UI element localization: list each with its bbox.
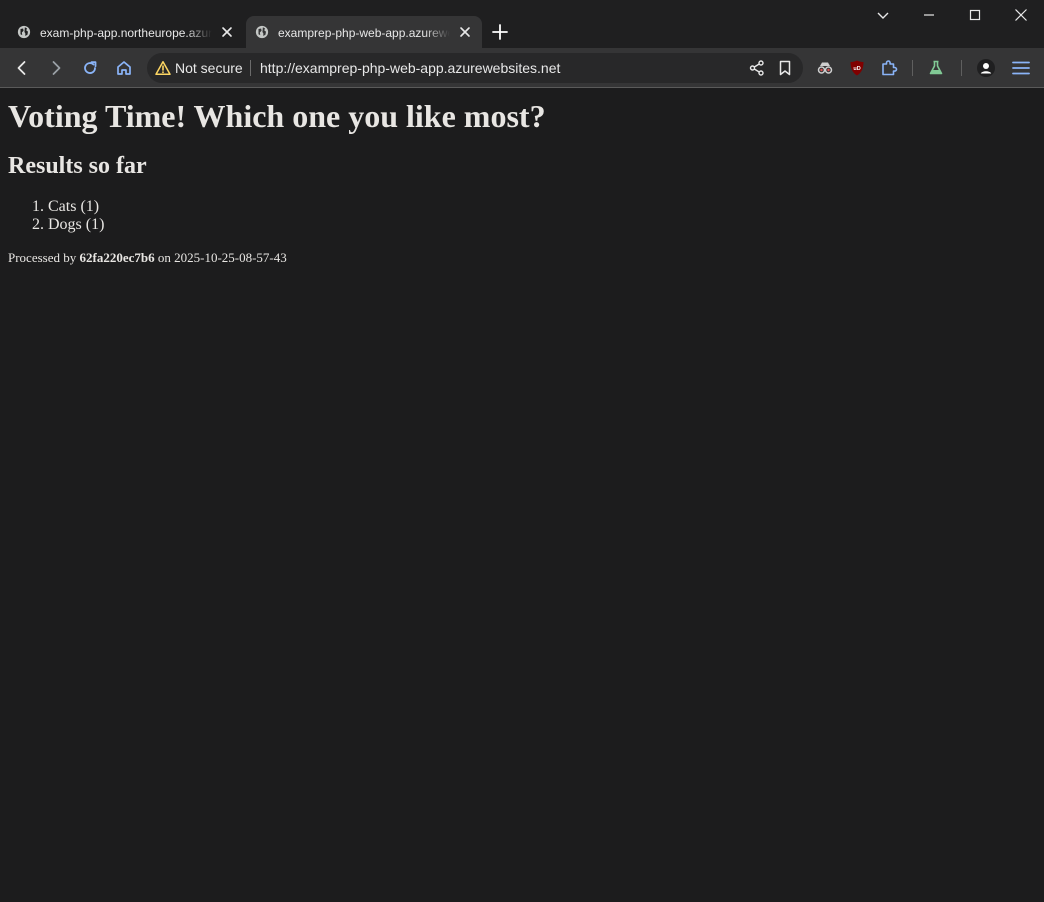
home-icon	[117, 61, 131, 75]
warning-icon	[155, 61, 171, 75]
ublock-icon: uD	[850, 60, 864, 76]
toolbar: Not secure http://examprep-php-web-app.a…	[0, 48, 1044, 88]
reload-icon	[84, 61, 97, 74]
result-item-cats: Cats (1)	[48, 198, 546, 216]
on-label: on	[157, 250, 171, 265]
results-heading: Results so far	[8, 153, 147, 179]
toolbar-separator	[961, 60, 962, 76]
processed-by-label: Processed by	[8, 250, 77, 265]
hamburger-menu-icon	[1012, 61, 1030, 75]
forward-arrow-icon	[52, 61, 61, 75]
home-button[interactable]	[112, 56, 136, 80]
toolbar-separator	[912, 60, 913, 76]
maximize-icon	[969, 9, 981, 21]
timestamp: 2025-10-25-08-57-43	[174, 250, 287, 265]
new-tab-button[interactable]	[490, 22, 510, 42]
tab-title: exam-php-app.northeurope.azurewebsites.n…	[40, 26, 212, 40]
back-arrow-icon	[17, 61, 26, 75]
tab-strip: exam-php-app.northeurope.azurewebsites.n…	[0, 0, 1044, 48]
extension-button[interactable]	[813, 56, 837, 80]
chevron-down-icon	[877, 12, 889, 19]
reload-button[interactable]	[78, 56, 102, 80]
address-bar[interactable]: Not secure http://examprep-php-web-app.a…	[147, 53, 803, 83]
tab-search-button[interactable]	[873, 6, 893, 24]
flask-icon	[929, 60, 943, 75]
processed-by-footer: Processed by 62fa220ec7b6 on 2025-10-25-…	[8, 250, 546, 266]
back-button[interactable]	[10, 56, 34, 80]
forward-button[interactable]	[44, 56, 68, 80]
maximize-button[interactable]	[965, 6, 985, 24]
page-content: Voting Time! Which one you like most? Re…	[8, 98, 546, 266]
spy-glasses-icon	[817, 62, 833, 74]
globe-icon	[255, 25, 269, 39]
tab-title: examprep-php-web-app.azurewebsites.net	[278, 26, 450, 40]
results-list: Cats (1) Dogs (1)	[8, 198, 546, 234]
page-heading: Voting Time! Which one you like most?	[8, 98, 546, 134]
close-window-button[interactable]	[1011, 6, 1031, 24]
tab-active[interactable]: examprep-php-web-app.azurewebsites.net	[246, 16, 482, 48]
close-icon[interactable]	[458, 25, 472, 39]
site-info-button[interactable]: Not secure	[155, 59, 243, 77]
minimize-icon	[924, 14, 934, 16]
bookmark-icon[interactable]	[776, 59, 794, 77]
svg-text:uD: uD	[853, 66, 860, 72]
avatar-icon	[977, 59, 995, 77]
tab-inactive[interactable]: exam-php-app.northeurope.azurewebsites.n…	[8, 16, 244, 48]
globe-icon	[17, 25, 31, 39]
share-icon[interactable]	[748, 59, 766, 77]
close-icon	[1015, 9, 1027, 21]
result-item-dogs: Dogs (1)	[48, 216, 546, 234]
omnibox-divider	[250, 60, 251, 76]
extensions-button[interactable]	[877, 56, 901, 80]
puzzle-icon	[882, 60, 898, 76]
host-id: 62fa220ec7b6	[79, 250, 155, 265]
labs-button[interactable]	[924, 56, 948, 80]
close-icon[interactable]	[220, 25, 234, 39]
menu-button[interactable]	[1009, 56, 1033, 80]
url-text[interactable]: http://examprep-php-web-app.azurewebsite…	[260, 59, 560, 77]
minimize-button[interactable]	[919, 6, 939, 24]
not-secure-label: Not secure	[175, 60, 243, 76]
profile-button[interactable]	[974, 56, 998, 80]
ublock-button[interactable]: uD	[845, 56, 869, 80]
